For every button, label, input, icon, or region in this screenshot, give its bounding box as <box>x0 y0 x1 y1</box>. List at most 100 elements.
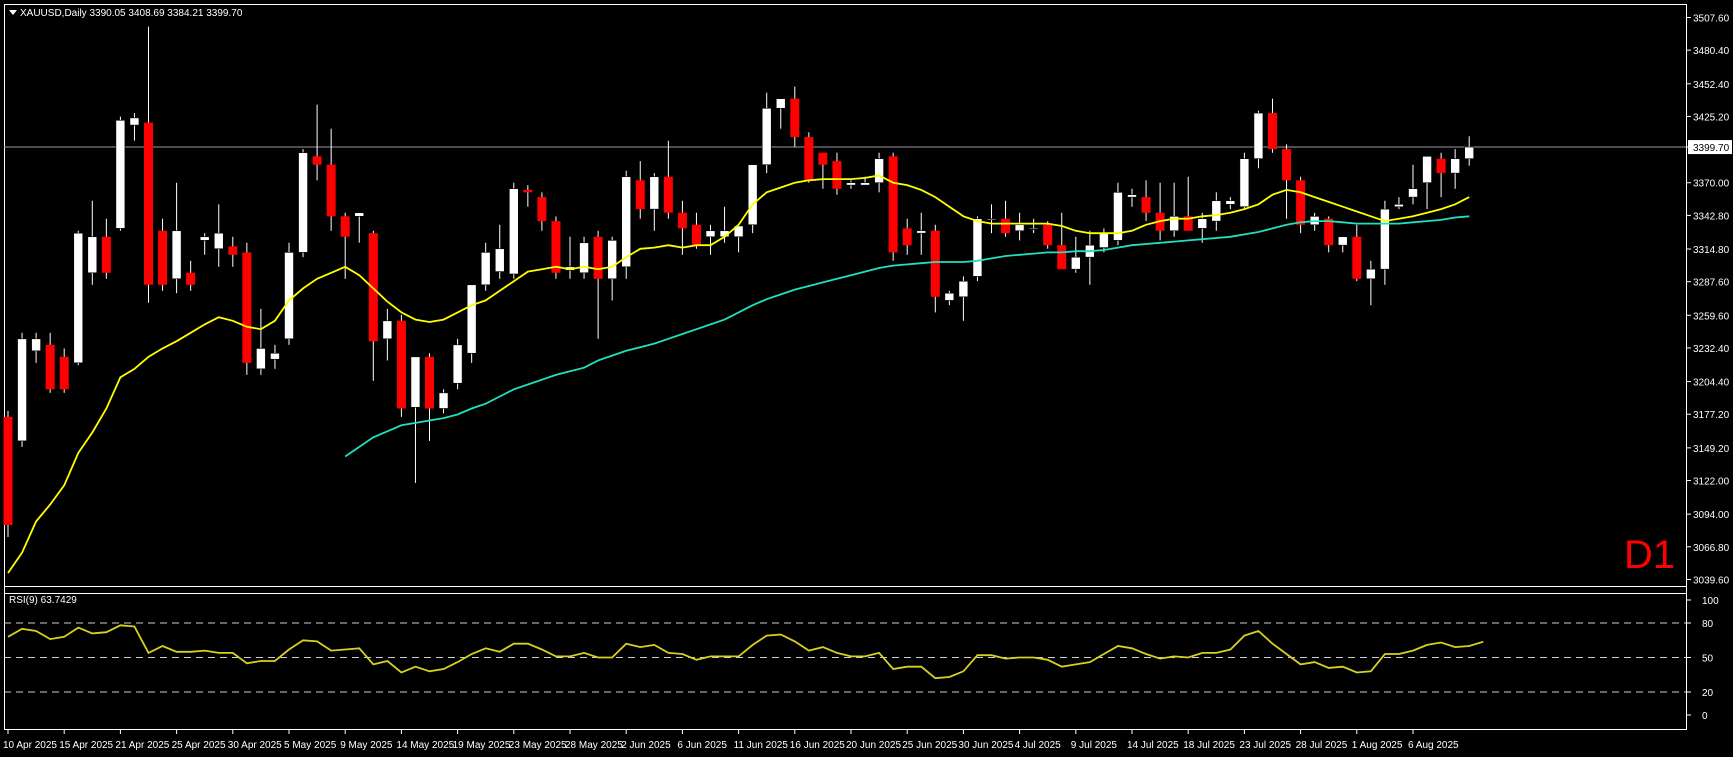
date-tick-label: 25 Apr 2025 <box>172 740 226 751</box>
date-tick-label: 19 May 2025 <box>453 740 511 751</box>
candle-body <box>677 212 687 229</box>
candle-body <box>1071 256 1081 270</box>
date-tick-label: 30 Apr 2025 <box>228 740 282 751</box>
candle-body <box>593 236 603 279</box>
candle-body <box>1436 158 1446 174</box>
price-tick-label: 3039.60 <box>1693 575 1730 586</box>
candle-body <box>242 252 252 363</box>
date-tick-label: 14 Jul 2025 <box>1127 740 1179 751</box>
price-tick-label: 3204.40 <box>1693 378 1730 389</box>
candle-body <box>958 280 969 298</box>
candle-body <box>1253 112 1264 160</box>
candle <box>1239 152 1250 210</box>
candle-body <box>1464 146 1474 160</box>
candle-body <box>1099 232 1109 248</box>
candle-body <box>747 164 758 226</box>
candle-body <box>73 232 84 364</box>
candle-body <box>663 176 673 213</box>
candle-body <box>1141 197 1151 213</box>
date-tick-label: 5 May 2025 <box>284 740 337 751</box>
price-tick-label: 3066.80 <box>1693 543 1730 554</box>
candle-body <box>452 344 463 384</box>
candle-body <box>523 189 533 193</box>
candle-body <box>31 338 41 352</box>
rsi-tick-label: 0 <box>1702 711 1708 722</box>
candle-body <box>1394 204 1404 208</box>
candle-body <box>537 197 547 222</box>
date-tick-label: 20 Jun 2025 <box>846 740 901 751</box>
date-tick-label: 23 Jul 2025 <box>1239 740 1291 751</box>
candle-body <box>1450 158 1460 174</box>
candle-body <box>494 248 505 272</box>
date-tick-label: 1 Aug 2025 <box>1352 740 1403 751</box>
candle-body <box>1296 180 1306 225</box>
candle-body <box>902 228 912 246</box>
price-tick-label: 3122.00 <box>1693 477 1730 488</box>
candle <box>508 182 519 279</box>
candle-body <box>480 252 491 286</box>
candle-body <box>775 98 786 109</box>
candle-body <box>396 320 406 409</box>
rsi-tick-label: 100 <box>1702 596 1719 607</box>
price-tick-label: 3232.40 <box>1693 344 1730 355</box>
candle-body <box>158 230 168 285</box>
candle-body <box>213 232 224 250</box>
candle-body <box>1057 245 1067 270</box>
candle-body <box>1337 236 1348 246</box>
date-tick-label: 15 Apr 2025 <box>59 740 113 751</box>
candle-body <box>579 242 589 274</box>
candle-body <box>59 356 69 390</box>
candle-body <box>45 344 55 390</box>
price-tick-label: 3425.20 <box>1693 112 1730 123</box>
candle <box>73 230 84 366</box>
candle <box>242 242 252 375</box>
candle-body <box>635 180 645 210</box>
candle-body <box>144 122 153 285</box>
price-tick-label: 3259.60 <box>1693 311 1730 322</box>
candle-body <box>101 236 111 273</box>
candle-body <box>382 320 393 340</box>
chart-canvas[interactable]: 3507.60 3480.40 3452.40 3425.20 3399.70 3370.… <box>0 0 1733 757</box>
candle <box>747 164 758 234</box>
rsi-tick-label: 80 <box>1702 619 1714 630</box>
candle-body <box>354 212 365 217</box>
candle-body <box>1268 113 1277 150</box>
candle-body <box>228 246 238 255</box>
timeframe-watermark: D1 <box>1624 533 1675 577</box>
date-tick-label: 16 Jun 2025 <box>790 740 845 751</box>
date-tick-label: 4 Jul 2025 <box>1015 740 1062 751</box>
candle <box>551 216 561 279</box>
candle <box>17 332 27 447</box>
candle-body <box>1366 268 1376 280</box>
price-tick-label: 3177.20 <box>1693 410 1730 421</box>
candle-body <box>790 98 800 138</box>
candle-body <box>115 119 126 229</box>
candle-body <box>649 176 660 210</box>
date-tick-label: 6 Aug 2025 <box>1408 740 1459 751</box>
candle-body <box>972 218 983 277</box>
symbol-info: XAUUSD,Daily 3390.05 3408.69 3384.21 339… <box>20 8 243 19</box>
candle <box>466 284 477 363</box>
candle-body <box>1282 149 1292 181</box>
candle-body <box>17 338 27 442</box>
date-tick-label: 28 Jul 2025 <box>1296 740 1348 751</box>
candle-body <box>874 158 884 184</box>
candle-body <box>888 156 898 253</box>
candle-body <box>1239 158 1250 208</box>
price-tick-label: 3370.00 <box>1693 179 1730 190</box>
date-tick-label: 14 May 2025 <box>396 740 454 751</box>
candle <box>972 216 983 282</box>
candle <box>452 338 463 390</box>
candle-body <box>87 236 98 274</box>
price-tick-label: 3287.60 <box>1693 278 1730 289</box>
date-tick-label: 10 Apr 2025 <box>3 740 57 751</box>
price-tick-label: 3342.80 <box>1693 211 1730 222</box>
date-tick-label: 21 Apr 2025 <box>115 740 169 751</box>
candle-body <box>818 152 828 165</box>
candle-body <box>326 164 336 217</box>
candle-body <box>1380 208 1390 270</box>
date-tick-label: 6 Jun 2025 <box>677 740 727 751</box>
date-tick-label: 23 May 2025 <box>509 740 567 751</box>
date-tick-label: 9 May 2025 <box>340 740 393 751</box>
candle <box>888 152 898 261</box>
